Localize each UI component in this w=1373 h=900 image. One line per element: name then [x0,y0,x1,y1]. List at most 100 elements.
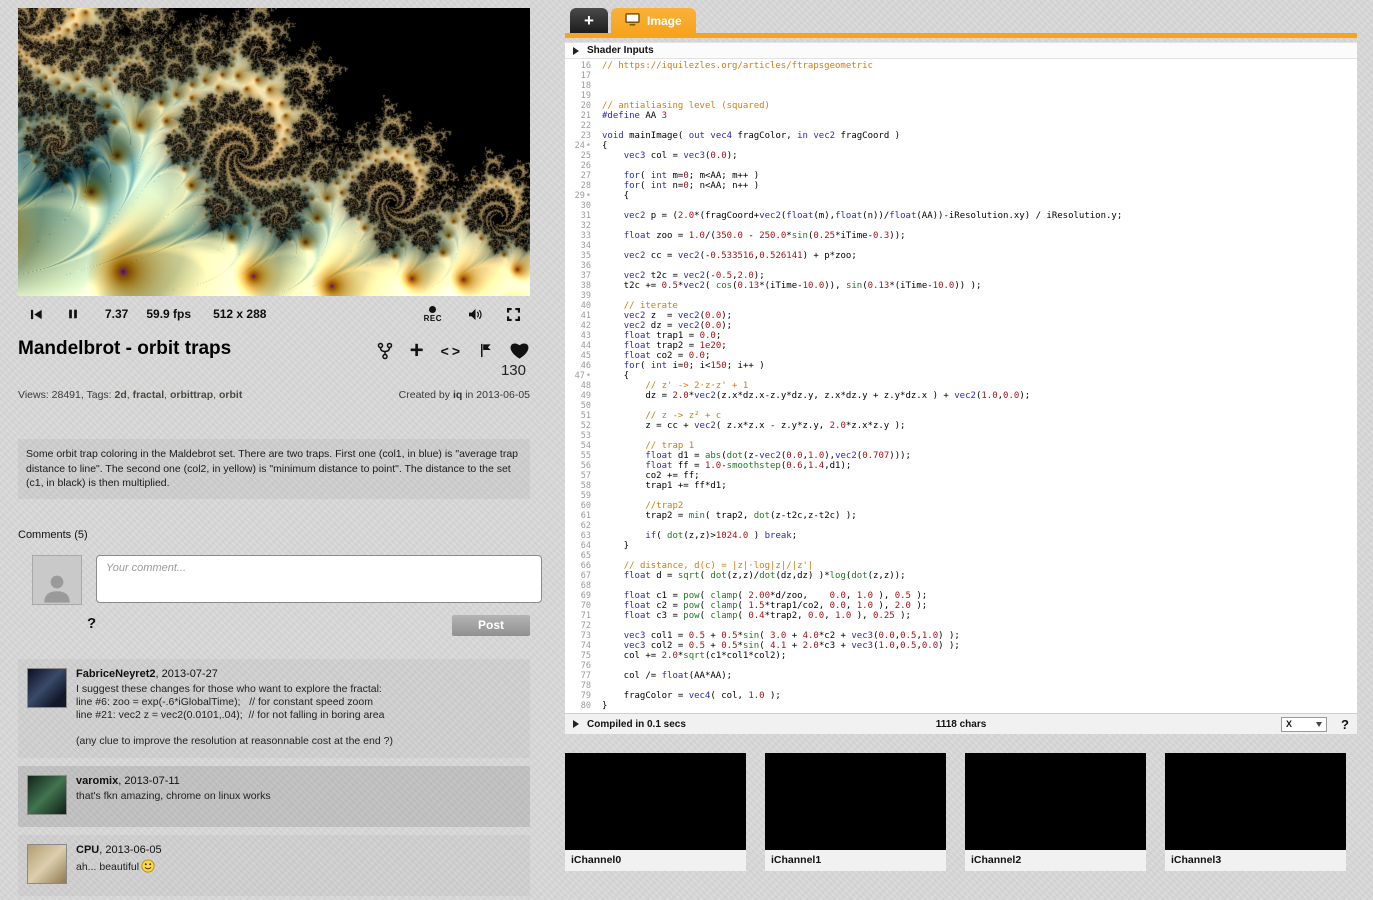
line-number: 31 [565,211,596,221]
line-number: 70 [565,601,596,611]
tag-link-fractal[interactable]: fractal [133,389,170,401]
code-line: { [602,371,629,381]
line-number: 45 [565,351,596,361]
code-line: float c1 = pow( clamp( 2.00*d/zoo, 0.0, … [602,591,927,601]
tag-link-2d[interactable]: 2d [115,389,133,401]
post-button[interactable]: Post [452,615,530,636]
line-number: 75 [565,651,596,661]
shader-title: Mandelbrot - orbit traps [18,338,377,360]
code-line: fragColor = vec4( col, 1.0 ); [602,691,781,701]
channel-preview[interactable] [565,753,746,850]
channel-preview[interactable] [765,753,946,850]
record-icon [429,306,436,313]
user-avatar [32,555,82,605]
line-number: 26 [565,161,596,171]
compile-expand-icon[interactable] [573,720,579,728]
line-number: 23 [565,131,596,141]
comment-item: CPU2013-06-05 ah... beautiful [18,835,530,896]
commenter-name[interactable]: CPU [76,844,99,856]
flag-button[interactable] [480,343,492,358]
created-suffix: in 2013-06-05 [462,389,530,401]
comment-input[interactable] [96,555,542,603]
line-number: 34 [565,241,596,251]
code-line: float co2 = 0.0; [602,351,710,361]
channel-preview[interactable] [1165,753,1346,850]
line-number: 35 [565,251,596,261]
line-number: 21 [565,111,596,121]
code-editor[interactable]: 16 // https://iquilezles.org/articles/ftr… [565,59,1357,713]
line-number: 18 [565,81,596,91]
like-heart-icon[interactable] [509,341,530,360]
code-line: // https://iquilezles.org/articles/ftrap… [602,61,873,71]
channel-label: iChannel3 [1165,850,1346,871]
channel-preview[interactable] [965,753,1146,850]
comment-text: that's fkn amazing, chrome on linux work… [76,790,520,803]
channel-slot-3[interactable]: iChannel3 [1165,753,1346,871]
views-and-tags: Views: 28491, Tags: 2dfractalorbittrapor… [18,389,242,401]
comment-head: FabriceNeyret22013-07-27 [76,668,520,680]
comment-form-row: ? Post [32,615,530,636]
commenter-name[interactable]: FabriceNeyret2 [76,668,156,680]
line-number: 36 [565,261,596,271]
code-line: dz = 2.0*vec2(z.x*dz.x-z.y*dz.y, z.x*dz.… [602,391,1030,401]
comment-text: I suggest these changes for those who wa… [76,683,520,696]
volume-button[interactable] [468,308,483,321]
commenter-name[interactable]: varomix [76,775,118,787]
pause-button[interactable] [67,308,79,320]
new-tab-button[interactable]: + [570,8,608,33]
line-number: 60 [565,501,596,511]
record-button[interactable]: REC [424,306,442,323]
line-number: 25 [565,151,596,161]
line-number: 40 [565,301,596,311]
commenter-avatar [27,775,67,815]
shader-viewport[interactable] [18,8,530,296]
shader-actions: + <> [377,338,530,360]
code-line: float c3 = pow( clamp( 0.4*trap2, 0.0, 1… [602,611,911,621]
line-number: 59 [565,491,596,501]
tag-link-orbittrap[interactable]: orbittrap [170,389,219,401]
export-dropdown[interactable]: X [1281,717,1327,732]
line-number: 29• [565,191,596,201]
line-number: 54 [565,441,596,451]
line-number: 24• [565,141,596,151]
created-by: Created by iq in 2013-06-05 [399,389,530,401]
line-number: 61 [565,511,596,521]
fullscreen-button[interactable] [507,308,520,321]
shader-description: Some orbit trap coloring in the Maldebro… [18,439,530,499]
line-number: 43 [565,331,596,341]
help-link[interactable]: ? [87,615,96,632]
comment-head: CPU2013-06-05 [76,844,520,856]
code-line: vec2 t2c = vec2(-0.5,2.0); [602,271,765,281]
line-number: 80 [565,701,596,711]
player-time: 7.37 [105,307,128,321]
line-number: 42 [565,321,596,331]
line-number: 32 [565,221,596,231]
code-line: vec3 col1 = 0.5 + 0.5*sin( 3.0 + 4.0*c2 … [602,631,960,641]
export-label: X [1286,719,1292,729]
add-button[interactable]: + [410,342,424,360]
author-link[interactable]: iq [453,389,462,401]
embed-code-button[interactable]: <> [441,343,463,359]
compile-status: Compiled in 0.1 secs [587,719,686,730]
channel-slot-1[interactable]: iChannel1 [765,753,946,871]
code-line: for( int i=0; i<150; i++ ) [602,361,765,371]
editor-help-link[interactable]: ? [1341,717,1349,732]
tag-link-orbit[interactable]: orbit [219,389,242,401]
shader-inputs-bar[interactable]: Shader Inputs [565,42,1357,59]
code-line: float trap1 = 0.0; [602,331,721,341]
line-number: 33 [565,231,596,241]
code-line: trap1 += ff*d1; [602,481,727,491]
code-line: for( int m=0; m<AA; m++ ) [602,171,759,181]
code-editor-lines: 16 // https://iquilezles.org/articles/ftr… [565,61,1357,711]
code-line: vec3 col = vec3(0.0); [602,151,738,161]
line-number: 16 [565,61,596,71]
channel-slot-2[interactable]: iChannel2 [965,753,1146,871]
player-resolution: 512 x 288 [213,307,266,321]
commenter-avatar [27,668,67,708]
rewind-button[interactable] [30,308,43,321]
code-line: float ff = 1.0-smoothstep(0.6,1.4,d1); [602,461,851,471]
code-line: co2 += ff; [602,471,700,481]
tab-image[interactable]: Image [611,8,696,33]
share-fork-button[interactable] [377,342,393,360]
channel-slot-0[interactable]: iChannel0 [565,753,746,871]
